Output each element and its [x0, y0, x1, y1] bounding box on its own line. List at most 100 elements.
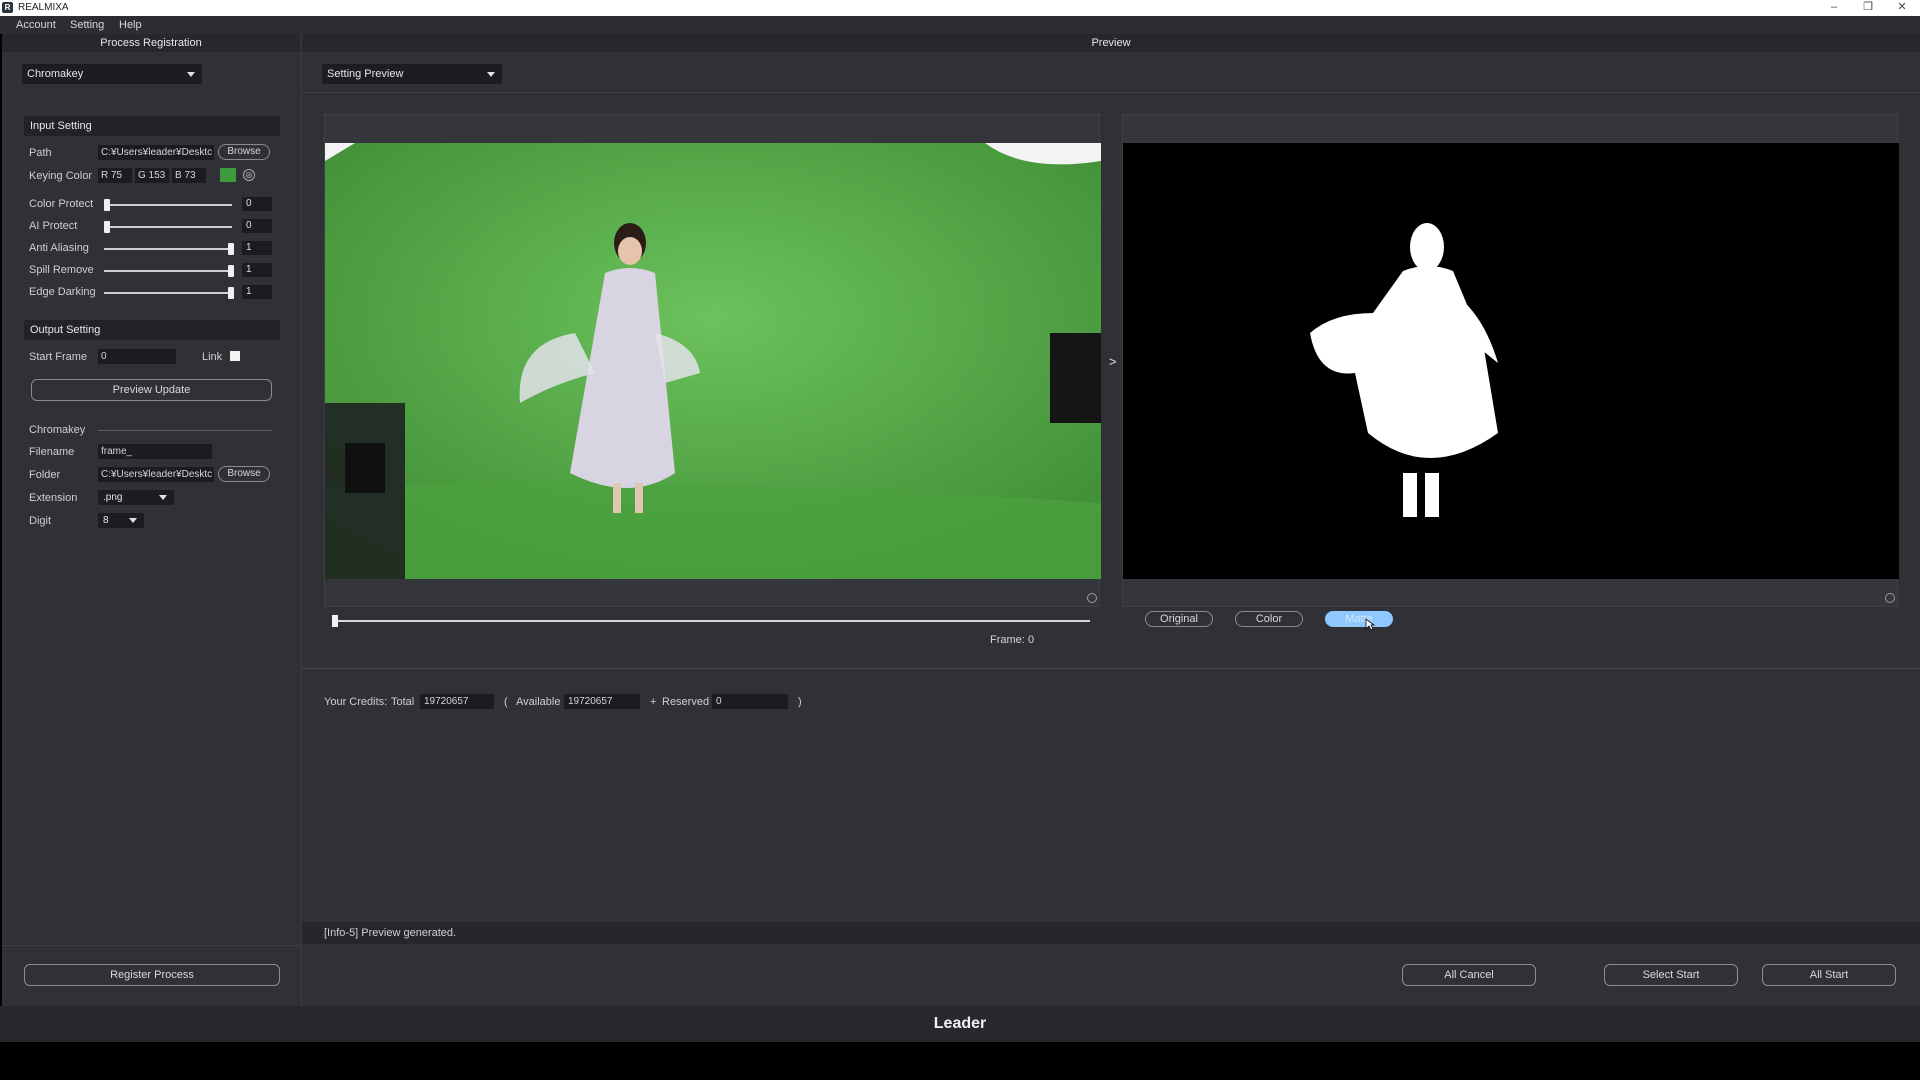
title-bar: R REALMIXA – ❐ ✕ — [0, 0, 1920, 16]
chromakey-section-label: Chromakey — [29, 424, 86, 436]
mouse-pointer-icon — [1365, 618, 1376, 631]
restore-button[interactable]: ❐ — [1851, 0, 1885, 16]
reserved-label: Reserved — [662, 696, 710, 708]
extension-label: Extension — [29, 492, 78, 504]
preview-mode-value: Setting Preview — [327, 68, 404, 80]
path-browse-button[interactable]: Browse — [218, 144, 270, 160]
preview-mode-select[interactable]: Setting Preview — [322, 64, 502, 84]
digit-select[interactable]: 8 — [98, 513, 144, 528]
menu-account[interactable]: Account — [16, 19, 56, 31]
filename-input[interactable]: frame_ — [98, 444, 212, 459]
slider-thumb[interactable] — [104, 199, 110, 211]
folder-browse-button[interactable]: Browse — [218, 466, 270, 482]
matte-video-panel — [1122, 114, 1899, 607]
menu-help[interactable]: Help — [119, 19, 142, 31]
mode-color-button[interactable]: Color — [1235, 611, 1303, 627]
output-setting-header: Output Setting — [24, 320, 280, 340]
window-title: REALMIXA — [18, 2, 69, 13]
select-start-button[interactable]: Select Start — [1604, 964, 1738, 986]
credits-label: Your Credits: — [324, 696, 388, 708]
original-video-frame[interactable] — [325, 143, 1101, 579]
link-label: Link — [202, 351, 223, 363]
slider-thumb[interactable] — [104, 221, 110, 233]
input-setting-header: Input Setting — [24, 116, 280, 136]
link-checkbox[interactable] — [230, 351, 240, 361]
matte-video-frame[interactable] — [1123, 143, 1899, 579]
slider-value-field[interactable]: 1 — [242, 241, 272, 255]
slider-label: Edge Darking — [29, 286, 96, 298]
process-registration-panel: Process Registration Chromakey Input Set… — [2, 34, 302, 1006]
slider-label: Spill Remove — [29, 264, 94, 276]
slider-label: Anti Aliasing — [29, 242, 89, 254]
filename-label: Filename — [29, 446, 75, 458]
matte-silhouette-image — [1310, 223, 1498, 517]
slider-thumb[interactable] — [228, 287, 234, 299]
frame-seek-track[interactable] — [332, 620, 1090, 622]
slider-track[interactable] — [104, 204, 232, 206]
keying-r-field[interactable]: R 75 — [98, 168, 132, 183]
digit-label: Digit — [29, 515, 52, 527]
all-start-button[interactable]: All Start — [1762, 964, 1896, 986]
all-cancel-button[interactable]: All Cancel — [1402, 964, 1536, 986]
start-frame-input[interactable]: 0 — [98, 349, 176, 364]
total-credits-field: 19720657 — [420, 694, 494, 709]
eyedropper-icon[interactable]: ◎ — [243, 169, 255, 181]
chevron-down-icon — [159, 495, 167, 500]
refresh-icon[interactable] — [1885, 593, 1895, 603]
keying-color-swatch[interactable] — [220, 168, 236, 182]
minimize-button[interactable]: – — [1817, 0, 1851, 16]
folder-label: Folder — [29, 469, 61, 481]
folder-input[interactable]: C:¥Users¥leader¥Desktc — [98, 467, 214, 482]
available-label: Available — [516, 696, 561, 708]
slider-track[interactable] — [104, 226, 232, 228]
slider-label: AI Protect — [29, 220, 78, 232]
brand-footer: Leader — [0, 1006, 1920, 1042]
panel-divider — [2, 945, 300, 946]
slider-track[interactable] — [104, 292, 232, 294]
preview-update-button[interactable]: Preview Update — [31, 379, 272, 401]
preview-divider — [302, 668, 1920, 669]
keying-b-field[interactable]: B 73 — [172, 168, 206, 183]
status-bar: [Info-5] Preview generated. — [302, 922, 1920, 944]
panel-header: Process Registration — [2, 34, 300, 52]
preview-header: Preview — [302, 34, 1920, 52]
start-frame-label: Start Frame — [29, 351, 88, 363]
chevron-down-icon — [129, 518, 137, 523]
mode-original-button[interactable]: Original — [1145, 611, 1213, 627]
next-arrow-icon[interactable]: > — [1109, 354, 1117, 369]
slider-value-field[interactable]: 0 — [242, 219, 272, 233]
available-credits-field: 19720657 — [564, 694, 640, 709]
slider-thumb[interactable] — [228, 243, 234, 255]
path-label: Path — [29, 147, 52, 159]
extension-select[interactable]: .png — [98, 490, 174, 505]
frame-seek-thumb[interactable] — [332, 615, 338, 627]
process-type-select[interactable]: Chromakey — [22, 64, 202, 84]
register-process-button[interactable]: Register Process — [24, 964, 280, 986]
keying-g-field[interactable]: G 153 — [135, 168, 169, 183]
frame-value: 0 — [1028, 634, 1035, 646]
refresh-icon[interactable] — [1087, 593, 1097, 603]
reserved-credits-field: 0 — [712, 694, 788, 709]
slider-value-field[interactable]: 1 — [242, 285, 272, 299]
app-logo-icon: R — [2, 2, 13, 13]
chevron-down-icon — [187, 72, 195, 77]
toolbar-divider — [302, 92, 1920, 93]
path-input[interactable]: C:¥Users¥leader¥Desktc — [98, 145, 214, 160]
keying-color-label: Keying Color — [29, 170, 92, 182]
section-divider — [98, 430, 272, 431]
process-type-value: Chromakey — [27, 68, 84, 80]
close-button[interactable]: ✕ — [1885, 0, 1919, 16]
green-screen-image — [325, 143, 1101, 579]
slider-label: Color Protect — [29, 198, 94, 210]
slider-value-field[interactable]: 1 — [242, 263, 272, 277]
menu-bar: Account Setting Help — [0, 16, 1920, 34]
paren-open: ( — [504, 696, 508, 708]
mode-matte-button[interactable]: Matte — [1325, 611, 1393, 627]
chevron-down-icon — [487, 72, 495, 77]
slider-thumb[interactable] — [228, 265, 234, 277]
slider-track[interactable] — [104, 248, 232, 250]
original-video-panel — [324, 114, 1101, 607]
menu-setting[interactable]: Setting — [70, 19, 104, 31]
slider-value-field[interactable]: 0 — [242, 197, 272, 211]
slider-track[interactable] — [104, 270, 232, 272]
